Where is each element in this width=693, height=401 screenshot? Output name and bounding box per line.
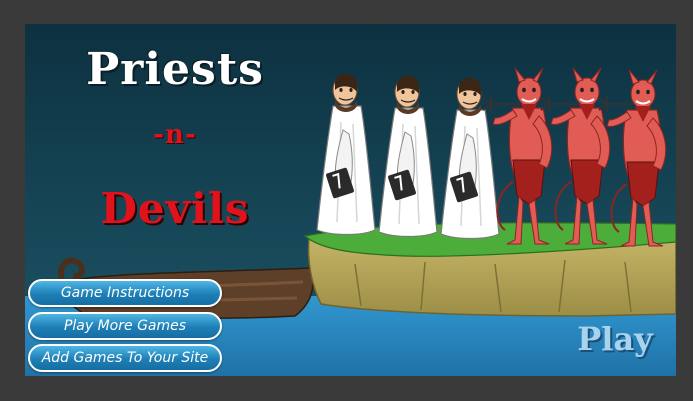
title-n: -n- bbox=[153, 120, 197, 150]
title-priests: Priests bbox=[86, 44, 264, 95]
priest-icon[interactable] bbox=[316, 72, 376, 236]
game-screen: Priests -n- Devils Game Instructions Pla… bbox=[25, 24, 676, 376]
add-games-button[interactable]: Add Games To Your Site bbox=[28, 344, 222, 372]
game-instructions-button[interactable]: Game Instructions bbox=[28, 279, 222, 307]
title-devils: Devils bbox=[100, 184, 250, 233]
play-button[interactable]: Play bbox=[565, 320, 665, 360]
play-more-games-button[interactable]: Play More Games bbox=[28, 312, 222, 340]
priest-icon[interactable] bbox=[378, 74, 438, 238]
